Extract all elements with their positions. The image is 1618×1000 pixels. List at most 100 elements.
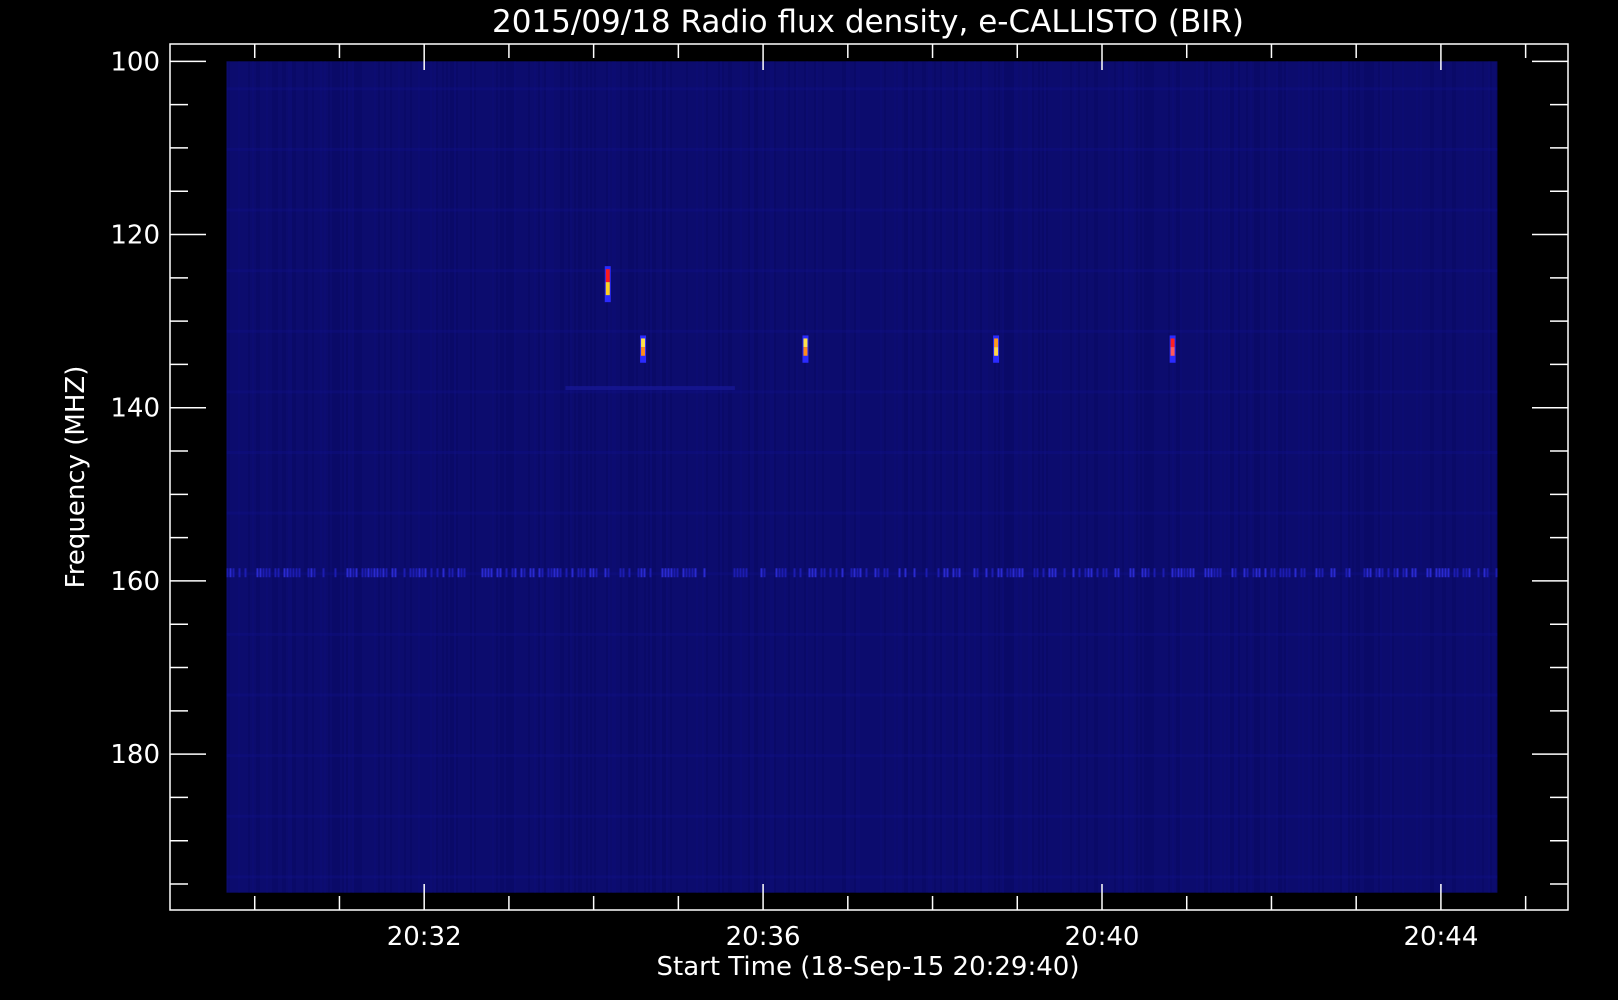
interference-mark [865,568,868,578]
burst-hotspot [802,335,809,363]
spectrogram-streak [822,61,824,893]
spectrogram-streak [344,61,346,893]
interference-mark [1231,568,1234,578]
spectrogram-band [226,511,1498,515]
spectrogram-streak [1044,61,1046,893]
spectrogram-streak [552,61,554,893]
spectrogram-streak [762,61,764,893]
spectrogram-streak [764,61,766,893]
interference-mark [736,568,739,578]
spectrogram-streak [788,61,790,893]
spectrogram-streak [960,61,962,893]
spectrogram-streak [1444,61,1446,893]
spectrogram-streak [1176,61,1178,893]
spectrogram-streak [1148,61,1150,893]
interference-mark [1180,568,1183,578]
spectrogram-streak [1454,61,1456,893]
spectrogram-streak [686,61,688,893]
interference-mark [1288,568,1291,578]
spectrogram-streak [506,61,508,893]
spectrogram-streak [320,61,322,893]
interference-mark [1000,568,1003,578]
interference-mark [973,568,976,578]
y-axis-label: Frequency (MHZ) [61,366,91,589]
interference-mark [418,568,421,578]
interference-mark [691,568,694,578]
interference-mark [523,568,526,578]
spectrogram-streak [804,61,806,893]
spectrogram-streak [814,61,816,893]
spectrogram-streak [1224,61,1226,893]
spectrogram-streak [854,61,856,893]
spectrogram-streak [266,61,268,893]
spectrogram-streak [696,61,698,893]
spectrogram-streak [1390,61,1392,893]
spectrogram-streak [474,61,476,893]
spectrogram-streak [1302,61,1304,893]
spectrogram-streak [720,61,722,893]
interference-mark [490,568,493,578]
spectrogram-streak [1256,61,1258,893]
burst-hotspot [1169,335,1176,363]
spectrogram-layer [226,61,1498,893]
spectrogram-streak [418,61,420,893]
spectrogram-streak [336,61,338,893]
spectrogram-streak [748,61,750,893]
spectrogram-streak [1342,61,1344,893]
spectrogram-band [226,208,1498,212]
spectrogram-streak [1432,61,1434,893]
interference-mark [1054,568,1057,578]
spectrogram-streak [816,61,818,893]
spectrogram-streak [540,61,542,893]
spectrogram-streak [630,61,632,893]
interference-mark [361,568,364,578]
interference-mark [556,568,559,578]
x-tick-label: 20:44 [1403,922,1478,952]
spectrogram-streak [994,61,996,893]
interference-mark [1147,568,1150,578]
spectrogram-streak [470,61,472,893]
burst-core [803,347,808,356]
spectrogram-streak [1420,61,1422,893]
spectrogram-streak [722,61,724,893]
spectrogram-streak [984,61,986,893]
spectrogram-streak [256,61,258,893]
interference-mark [1009,568,1012,578]
spectrogram-streak [1220,61,1222,893]
spectrogram-streak [538,61,540,893]
spectrogram-streak [434,61,436,893]
spectrogram-streak [806,61,808,893]
spectrogram-streak [756,61,758,893]
spectrogram-streak [922,61,924,893]
spectrogram-streak [670,61,672,893]
spectrogram-streak [752,61,754,893]
spectrogram-streak [568,61,570,893]
interference-mark [1048,568,1051,578]
interference-mark [532,568,535,578]
spectrogram-streak [258,61,260,893]
interference-mark [457,568,460,578]
spectrogram-streak [1230,61,1232,893]
interference-mark [811,568,814,578]
y-tick-label: 160 [110,567,160,597]
interference-mark [1318,568,1321,578]
interference-mark [1219,568,1222,578]
interference-mark [334,568,337,578]
burst-core [1170,338,1175,348]
spectrogram-streak [612,61,614,893]
spectrogram-streak [442,61,444,893]
interference-mark [1315,568,1318,578]
interference-mark [685,568,688,578]
interference-mark [886,568,889,578]
spectrogram-streak [1352,61,1354,893]
interference-mark [1366,568,1369,578]
spectrogram-streak [276,61,278,893]
interference-mark [262,568,265,578]
interference-mark [289,568,292,578]
spectrogram-streak [1014,61,1016,893]
interference-mark [745,568,748,578]
spectrogram-streak [1140,61,1142,893]
interference-mark [424,568,427,578]
spectrogram-streak [586,61,588,893]
interference-mark [1363,568,1366,578]
